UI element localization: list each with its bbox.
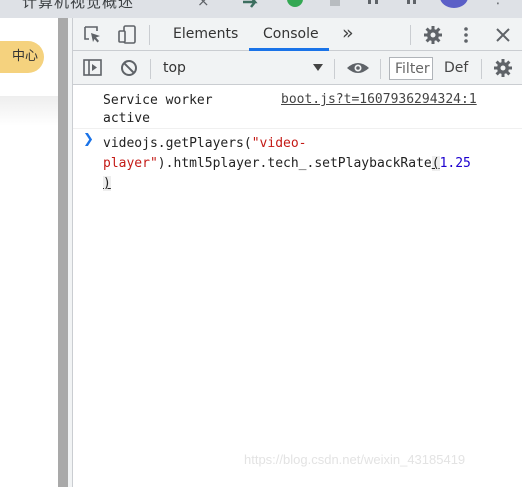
command-close-paren: ) bbox=[103, 176, 111, 191]
extension-doc-icon[interactable] bbox=[330, 0, 340, 6]
filter-input[interactable]: Filter bbox=[389, 57, 433, 80]
show-sidebar-icon[interactable] bbox=[82, 58, 104, 78]
log-levels-dropdown[interactable]: Def bbox=[444, 57, 470, 79]
command-prefix: videojs.getPlayers( bbox=[103, 136, 252, 151]
toolbar-separator bbox=[150, 59, 151, 79]
devtools-toolbar: Elements Console » bbox=[73, 18, 522, 51]
browser-menu-icon[interactable]: ⋮ bbox=[491, 0, 505, 7]
inspect-element-icon[interactable] bbox=[83, 25, 105, 45]
browser-top-bar: 计算机视觉概述 × ⋮ bbox=[0, 0, 522, 18]
log-source-link[interactable]: boot.js?t=1607936294324:1 bbox=[281, 92, 477, 107]
command-string-part1: "video- bbox=[251, 136, 307, 151]
kebab-menu-icon[interactable] bbox=[461, 25, 471, 45]
prompt-chevron-icon: ❯ bbox=[83, 132, 94, 147]
user-center-button[interactable]: 中心 bbox=[0, 41, 44, 73]
page-header-shadow bbox=[0, 96, 58, 126]
devtools-panel: Elements Console » top Filter Def Servic… bbox=[72, 18, 522, 487]
tab-elements[interactable]: Elements bbox=[173, 18, 238, 50]
console-settings-icon[interactable] bbox=[493, 58, 513, 78]
extension-green-icon[interactable] bbox=[287, 0, 303, 7]
browser-tab-title[interactable]: 计算机视觉概述 bbox=[22, 0, 134, 12]
settings-gear-icon[interactable] bbox=[423, 25, 443, 45]
command-number: 1.25 bbox=[439, 156, 471, 171]
live-expression-eye-icon[interactable] bbox=[346, 61, 370, 75]
clear-console-icon[interactable] bbox=[120, 59, 138, 77]
extension-arrow-icon[interactable] bbox=[240, 0, 262, 8]
console-filter-bar: top Filter Def bbox=[73, 51, 522, 85]
more-tabs-icon[interactable]: » bbox=[342, 18, 354, 50]
device-toolbar-icon[interactable] bbox=[117, 24, 139, 46]
toolbar-separator bbox=[334, 59, 335, 79]
profile-avatar[interactable] bbox=[440, 0, 468, 8]
console-input[interactable]: videojs.getPlayers("video- player").html… bbox=[103, 134, 513, 194]
context-value: top bbox=[163, 60, 186, 76]
tab-console[interactable]: Console bbox=[263, 18, 319, 50]
context-selector[interactable]: top bbox=[163, 58, 323, 78]
command-string-part2: player" bbox=[103, 156, 158, 171]
console-log-row: Service worker active boot.js?t=16079362… bbox=[73, 86, 522, 129]
toolbar-separator bbox=[149, 25, 150, 45]
command-open-paren: ( bbox=[431, 156, 440, 171]
toolbar-separator bbox=[481, 59, 482, 79]
watermark: https://blog.csdn.net/weixin_43185419 bbox=[244, 452, 466, 467]
tab-close-icon[interactable]: × bbox=[197, 0, 210, 10]
toolbar-separator bbox=[380, 59, 381, 79]
extension-grid-icon[interactable] bbox=[366, 0, 382, 8]
log-message: Service worker active bbox=[103, 93, 213, 126]
extension-list-icon[interactable] bbox=[405, 0, 421, 8]
web-page-area bbox=[0, 18, 58, 487]
dropdown-arrow-icon[interactable] bbox=[313, 64, 323, 72]
command-middle: ).html5player.tech_.setPlaybackRate bbox=[157, 156, 432, 171]
close-devtools-icon[interactable] bbox=[495, 27, 511, 43]
page-scrollbar[interactable] bbox=[58, 18, 68, 487]
toolbar-separator bbox=[410, 25, 411, 45]
